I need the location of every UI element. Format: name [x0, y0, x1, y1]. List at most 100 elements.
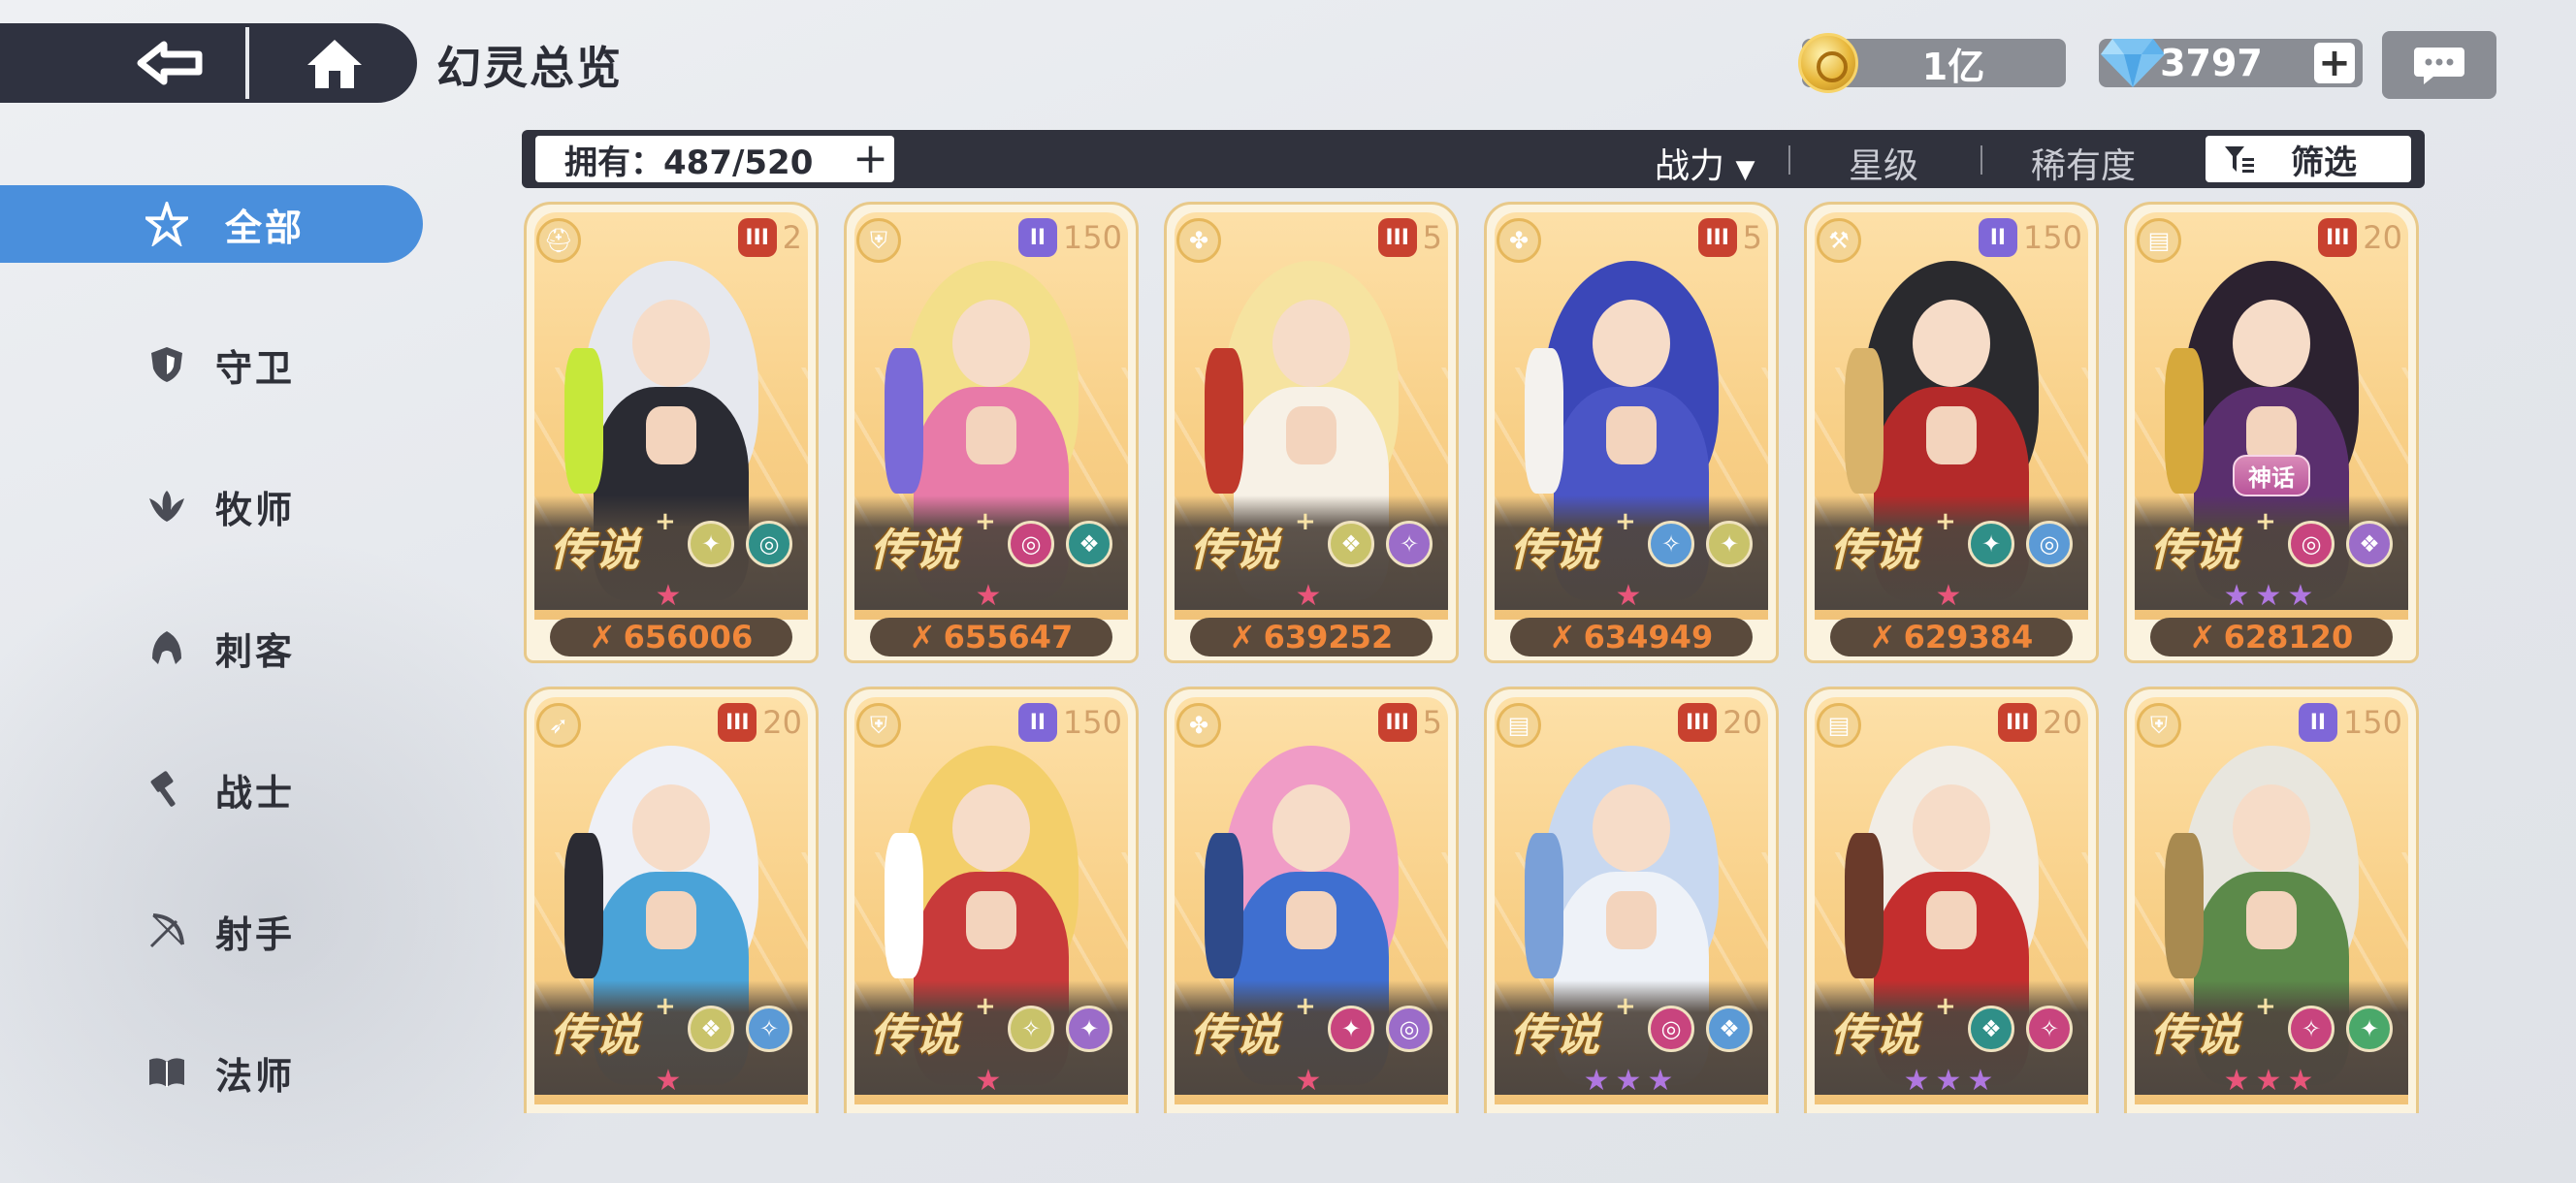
shield-icon — [145, 343, 188, 386]
hero-card[interactable]: ▤ III 20 传说 + ◎ ❖ ★★★ — [1484, 687, 1779, 1113]
book-icon: ▤ — [2137, 218, 2181, 263]
level-badge: II 150 — [2298, 703, 2402, 742]
back-arrow-icon — [137, 41, 203, 85]
gem-amount: 3797 — [2160, 42, 2263, 84]
back-button[interactable] — [116, 29, 223, 97]
filter-button[interactable]: 筛选 — [2206, 136, 2411, 182]
rarity-label: 传说 — [1830, 1008, 1919, 1061]
skill-icon: ◎ — [746, 521, 792, 567]
rarity-plus-icon: + — [1615, 507, 1636, 536]
hero-face — [2233, 784, 2310, 872]
hero-accessory — [885, 348, 923, 494]
sidebar-item-guard[interactable]: 守卫 — [0, 326, 423, 403]
home-button[interactable] — [291, 29, 378, 97]
level-bars-icon: III — [1377, 218, 1417, 257]
rarity-plus-icon: + — [1935, 992, 1956, 1021]
sidebar-item-priest[interactable]: 牧师 — [0, 467, 423, 545]
hero-face — [632, 300, 710, 387]
chat-button[interactable] — [2382, 31, 2496, 99]
hero-card[interactable]: ▤ III 20 神话 传说 + ◎ ❖ ★★★ ✗ 628120 — [2124, 202, 2419, 663]
card-info-panel: 传说 + ✦ ◎ ★ — [1815, 496, 2088, 613]
chat-bubble-icon — [2414, 48, 2464, 84]
sidebar-item-mage[interactable]: 法师 — [0, 1034, 423, 1111]
skill-icon: ◎ — [1648, 1006, 1694, 1052]
power-bar: ✗ 634949 — [1510, 618, 1753, 656]
rarity-label: 传说 — [1190, 524, 1279, 576]
sidebar-item-assassin[interactable]: 刺客 — [0, 609, 423, 687]
rarity-label: 传说 — [550, 1008, 639, 1061]
level-value: 20 — [1723, 704, 1762, 741]
hero-skin — [646, 406, 696, 464]
level-badge: III 20 — [2318, 218, 2402, 257]
star-rating: ★ — [1295, 1064, 1328, 1098]
sort-power-label: 战力 — [1655, 146, 1725, 186]
hero-face — [1913, 784, 1990, 872]
sort-divider — [1980, 145, 1982, 175]
skill-icon: ◎ — [2288, 521, 2334, 567]
skill-icon: ✧ — [1386, 521, 1433, 567]
sort-by-power[interactable]: 战力 ▼ — [1655, 138, 1755, 188]
level-bars-icon: III — [718, 703, 757, 742]
hero-card[interactable]: ⛨ II 150 传说 + ◎ ❖ ★ ✗ 655647 — [844, 202, 1139, 663]
level-value: 150 — [1062, 704, 1122, 741]
level-value: 20 — [2043, 704, 2082, 741]
hero-card[interactable]: ➶ III 20 传说 + ❖ ✧ ★ — [524, 687, 819, 1113]
hero-accessory — [1845, 348, 1884, 494]
skill-icon: ❖ — [1968, 1006, 2014, 1052]
shield-icon: ⛨ — [856, 218, 901, 263]
rarity-plus-icon: + — [655, 507, 676, 536]
sort-by-star[interactable]: 星级 — [1849, 138, 1918, 188]
sidebar-item-label: 全部 — [225, 206, 306, 249]
expand-plus-icon[interactable]: + — [853, 138, 888, 180]
hero-card[interactable]: ✤ III 5 传说 + ✧ ✦ ★ ✗ 634949 — [1484, 202, 1779, 663]
hero-card[interactable]: ⛑ III 2 传说 + ✦ ◎ ★ ✗ 656006 — [524, 202, 819, 663]
sort-by-rarity[interactable]: 稀有度 — [2031, 138, 2136, 188]
level-badge: III 20 — [1998, 703, 2082, 742]
skill-icon: ✦ — [1066, 1006, 1112, 1052]
bow-icon — [145, 910, 188, 952]
hero-accessory — [885, 833, 923, 978]
sidebar-item-warrior[interactable]: 战士 — [0, 751, 423, 828]
star-rating: ★ — [1295, 579, 1328, 613]
hero-card[interactable]: ✤ III 5 传说 + ❖ ✧ ★ ✗ 639252 — [1164, 202, 1459, 663]
wing-icon: ✤ — [1497, 218, 1541, 263]
rarity-plus-icon: + — [2255, 992, 2276, 1021]
wing-icon: ✤ — [1176, 703, 1221, 748]
hood-icon — [145, 626, 188, 669]
owned-count: 拥有：487/520 + — [535, 136, 894, 182]
hero-card[interactable]: ⛨ II 150 传说 + ✧ ✦ ★★★ — [2124, 687, 2419, 1113]
add-gems-button[interactable]: + — [2314, 43, 2355, 83]
hero-card[interactable]: ⚒ II 150 传说 + ✦ ◎ ★ ✗ 629384 — [1804, 202, 2099, 663]
page-title: 幻灵总览 — [436, 42, 623, 94]
hood-icon: ⛑ — [536, 218, 581, 263]
hero-skin — [2246, 891, 2297, 949]
sidebar-item-archer[interactable]: 射手 — [0, 892, 423, 970]
skill-icon: ✦ — [1328, 1006, 1374, 1052]
power-value: 629384 — [1903, 619, 2034, 655]
card-info-panel: 传说 + ❖ ✧ ★ — [1175, 496, 1448, 613]
level-value: 150 — [2342, 704, 2402, 741]
card-info-panel: 传说 + ◎ ❖ ★★★ — [1495, 980, 1768, 1098]
hammer-icon: ⚒ — [1817, 218, 1861, 263]
hero-card[interactable]: ▤ III 20 传说 + ❖ ✧ ★★★ — [1804, 687, 2099, 1113]
home-icon — [307, 40, 362, 88]
filter-label: 筛选 — [2291, 143, 2357, 182]
hero-accessory — [1205, 833, 1243, 978]
skill-icon: ◎ — [2026, 521, 2073, 567]
level-badge: III 5 — [1377, 703, 1442, 742]
sidebar-item-all[interactable]: 全部 — [0, 185, 423, 263]
hero-card[interactable]: ✤ III 5 传说 + ✦ ◎ ★ — [1164, 687, 1459, 1113]
level-bars-icon: II — [1017, 218, 1057, 257]
hero-accessory — [1525, 833, 1563, 978]
level-value: 2 — [782, 219, 802, 256]
hero-card[interactable]: ⛨ II 150 传说 + ✧ ✦ ★ — [844, 687, 1139, 1113]
star-rating: ★★★ — [2223, 1064, 2320, 1098]
hero-skin — [1926, 406, 1977, 464]
power-bar: ✗ 639252 — [1190, 618, 1433, 656]
level-bars-icon: III — [2318, 218, 2358, 257]
skill-icon: ✧ — [2288, 1006, 2334, 1052]
rarity-label: 传说 — [870, 524, 959, 576]
level-bars-icon: III — [1678, 703, 1718, 742]
rarity-label: 传说 — [2150, 524, 2239, 576]
level-badge: III 20 — [1678, 703, 1762, 742]
